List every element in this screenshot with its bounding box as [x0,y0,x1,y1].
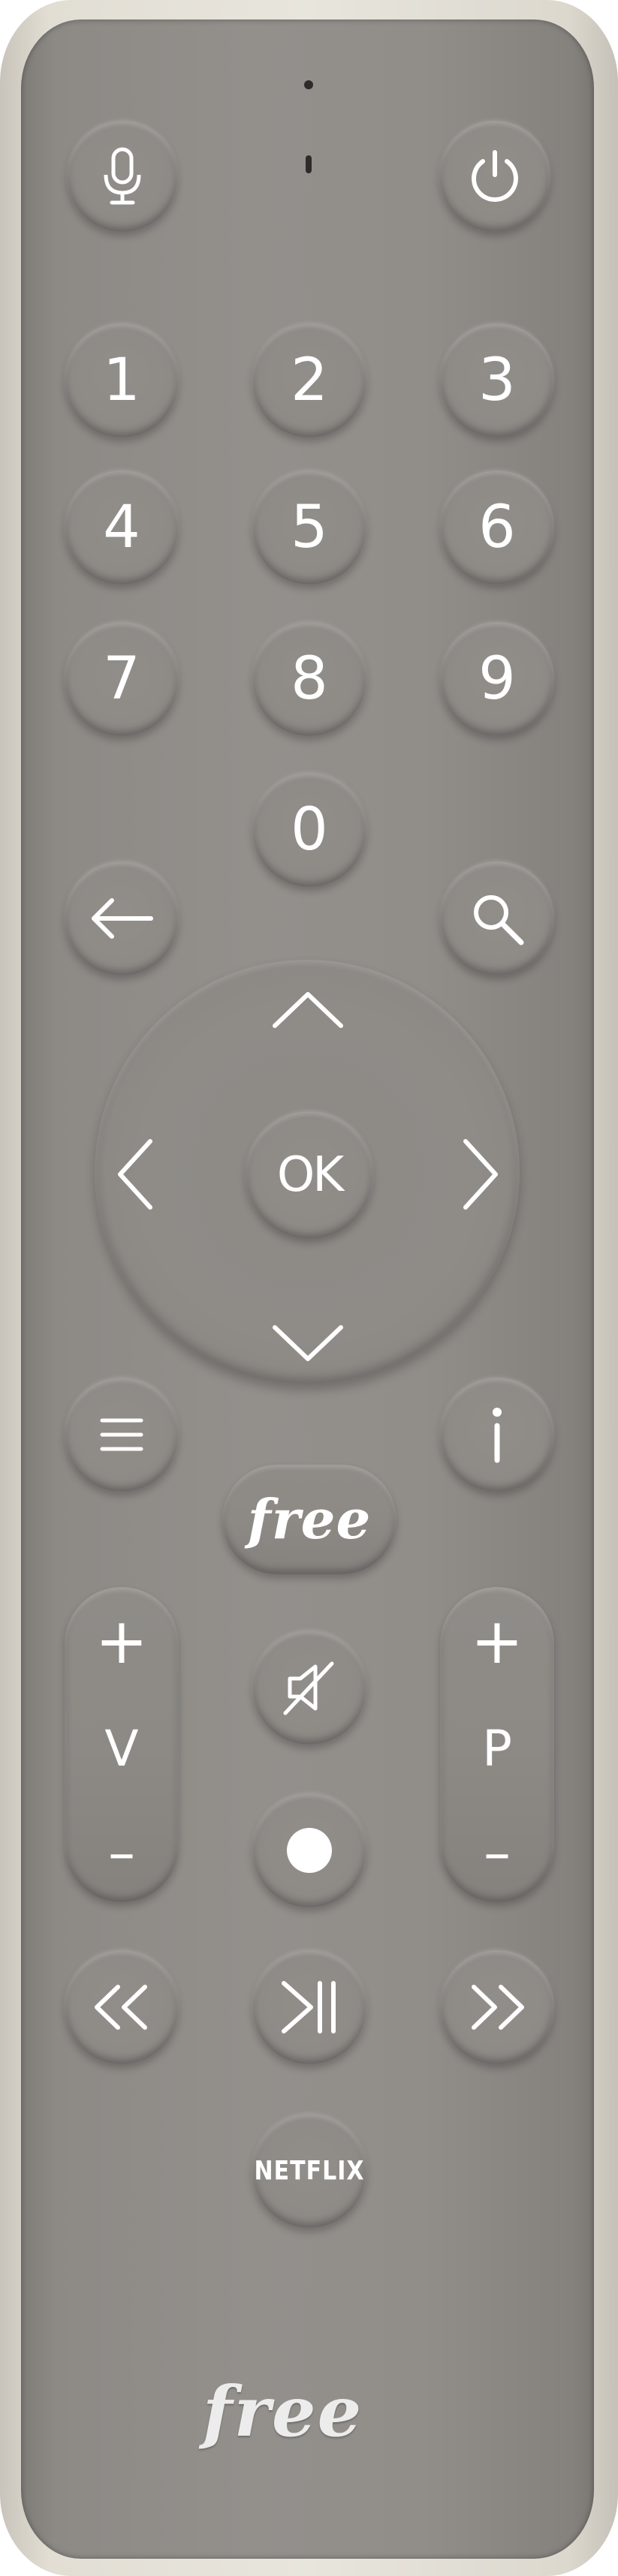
mute-icon [283,1661,334,1715]
chevron-left-icon [118,1139,152,1210]
rewind-button[interactable] [65,1950,179,2064]
microphone-icon [104,147,141,205]
info-icon [493,1408,502,1463]
menu-icon [100,1418,143,1451]
mic-hole-led [306,155,312,173]
fast-forward-icon [472,1985,524,2030]
program-down-label: – [484,1821,511,1884]
netflix-button[interactable]: NETFLIX [252,2114,366,2228]
free-logo-label: free [247,1487,372,1551]
search-icon [474,895,524,945]
volume-rocker[interactable]: + V – [65,1587,179,1902]
ok-button[interactable]: OK [246,1111,373,1239]
mic-hole-top [304,80,313,89]
digit-label: 1 [103,347,140,414]
digit-button-5[interactable]: 5 [252,470,366,585]
program-label: P [482,1720,512,1778]
chevron-up-icon [273,992,343,1028]
record-button[interactable] [252,1793,366,1907]
netflix-label: NETFLIX [254,2155,365,2187]
play-pause-icon [282,1981,336,2033]
play-pause-button[interactable] [252,1950,366,2064]
free-home-button[interactable]: free [222,1465,396,1574]
chevron-right-icon [463,1139,498,1210]
power-icon [472,150,518,202]
free-brand-logo: free [203,2371,363,2452]
digit-button-6[interactable]: 6 [440,470,554,585]
ok-label: OK [276,1147,344,1203]
digit-button-4[interactable]: 4 [65,470,179,585]
dpad-left-button[interactable] [105,1129,165,1219]
digit-label: 4 [103,494,140,561]
digit-label: 7 [103,645,140,713]
digit-button-1[interactable]: 1 [65,323,179,437]
digit-label: 5 [291,494,328,561]
digit-label: 9 [478,645,516,713]
search-button[interactable] [440,861,554,975]
menu-button[interactable] [65,1378,179,1492]
volume-up-label: + [95,1604,149,1678]
digit-label: 3 [478,347,516,414]
voice-button[interactable] [67,121,178,232]
volume-label: V [104,1720,139,1778]
dpad-down-button[interactable] [263,1318,353,1370]
digit-button-7[interactable]: 7 [65,622,179,736]
digit-label: 6 [478,494,516,561]
program-up-label: + [470,1604,524,1678]
digit-button-2[interactable]: 2 [252,323,366,437]
dpad-up-button[interactable] [263,983,353,1036]
digit-label: 2 [291,347,328,414]
program-rocker[interactable]: + P – [440,1587,554,1902]
fast-forward-button[interactable] [440,1950,554,2064]
digit-label: 8 [291,645,328,713]
digit-button-3[interactable]: 3 [440,323,554,437]
back-arrow-icon [92,898,153,939]
record-icon [287,1828,332,1873]
digit-button-8[interactable]: 8 [252,622,366,736]
back-button[interactable] [65,861,179,975]
info-button[interactable] [440,1378,554,1492]
digit-button-9[interactable]: 9 [440,622,554,736]
dpad-right-button[interactable] [451,1129,511,1219]
rewind-icon [95,1985,147,2030]
chevron-down-icon [273,1325,343,1361]
remote-control-photo: 1 2 3 4 5 6 7 8 9 0 OK free + V – + P – … [0,0,618,2576]
volume-down-label: – [108,1821,135,1884]
digit-button-0[interactable]: 0 [252,773,366,887]
power-button[interactable] [439,121,550,232]
digit-label: 0 [291,796,328,864]
mute-button[interactable] [252,1631,366,1745]
